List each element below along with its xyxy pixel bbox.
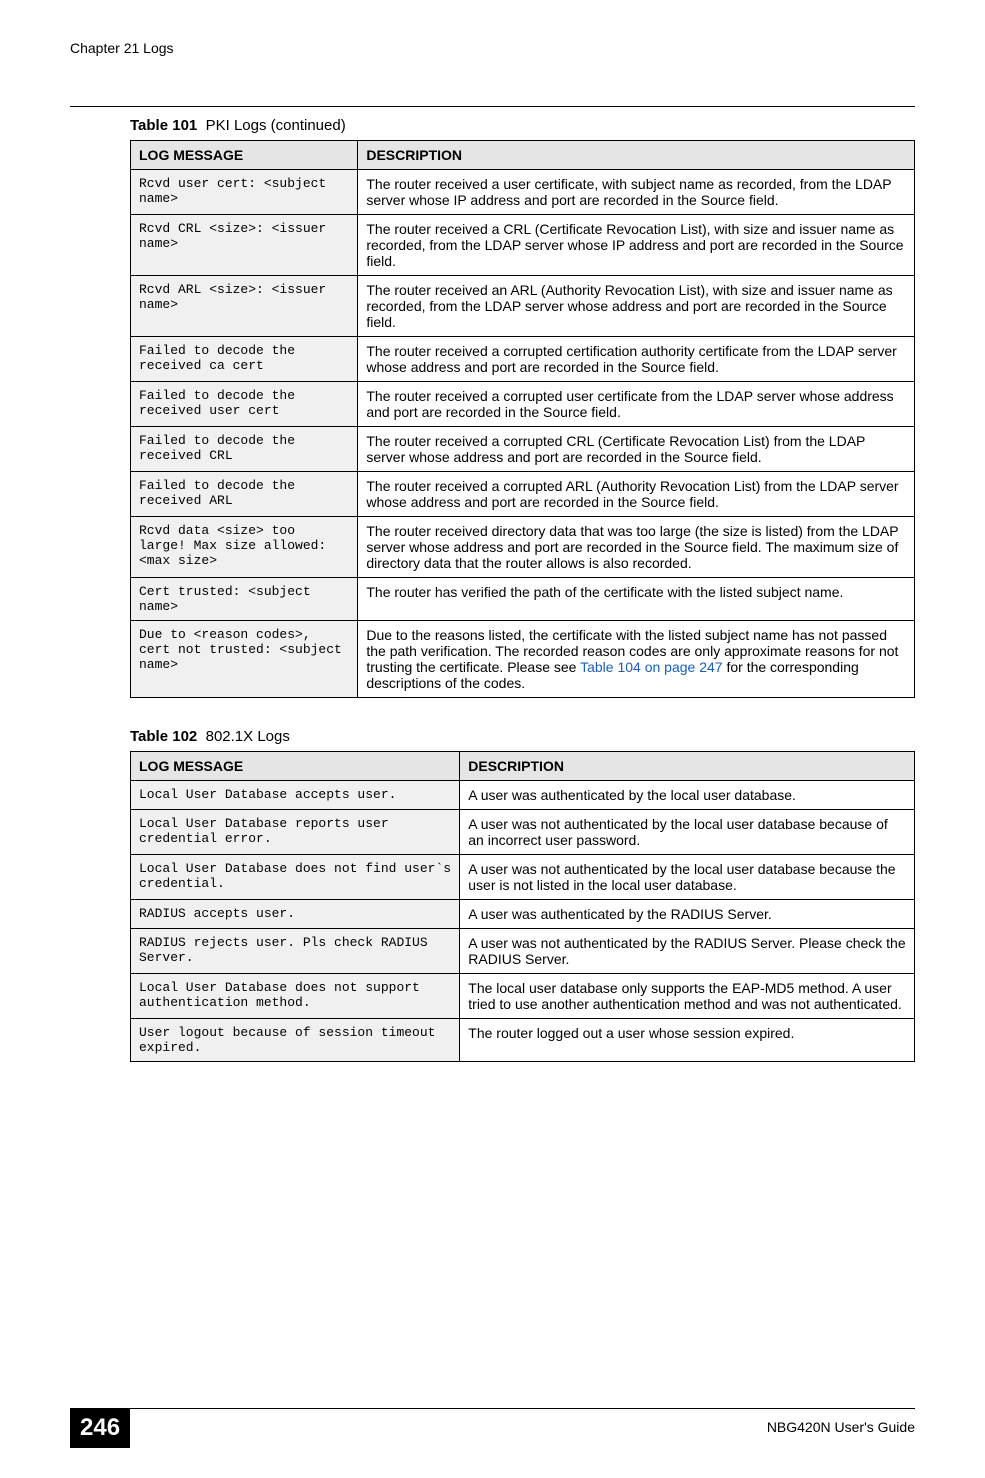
log-message: Local User Database does not support aut…	[131, 974, 460, 1019]
log-message: RADIUS accepts user.	[131, 900, 460, 929]
table2-header-log: LOG MESSAGE	[131, 752, 460, 781]
table-row: Local User Database does not find user`s…	[131, 855, 915, 900]
log-message: RADIUS rejects user. Pls check RADIUS Se…	[131, 929, 460, 974]
header-rule	[70, 86, 915, 107]
log-description: The router received a corrupted ARL (Aut…	[358, 472, 915, 517]
log-description: A user was authenticated by the RADIUS S…	[460, 900, 915, 929]
log-message: Rcvd ARL <size>: <issuer name>	[131, 276, 358, 337]
log-description: A user was authenticated by the local us…	[460, 781, 915, 810]
table-row: Local User Database accepts user. A user…	[131, 781, 915, 810]
table-row: Failed to decode the received ca cert Th…	[131, 337, 915, 382]
table-row: Due to <reason codes>, cert not trusted:…	[131, 621, 915, 698]
log-description: The router received a CRL (Certificate R…	[358, 215, 915, 276]
table1-caption-number: Table 101	[130, 117, 197, 134]
log-message: Local User Database reports user credent…	[131, 810, 460, 855]
table-row: RADIUS rejects user. Pls check RADIUS Se…	[131, 929, 915, 974]
chapter-heading: Chapter 21 Logs	[70, 40, 915, 56]
log-description: A user was not authenticated by the loca…	[460, 810, 915, 855]
pki-logs-table: LOG MESSAGE DESCRIPTION Rcvd user cert: …	[130, 140, 915, 698]
table1-header-row: LOG MESSAGE DESCRIPTION	[131, 141, 915, 170]
log-description: The router has verified the path of the …	[358, 578, 915, 621]
cross-reference-link[interactable]: Table 104 on page 247	[580, 659, 722, 675]
log-message: Local User Database does not find user`s…	[131, 855, 460, 900]
table2-header-desc: DESCRIPTION	[460, 752, 915, 781]
page-number: 246	[70, 1408, 130, 1448]
log-description: The router received a corrupted user cer…	[358, 382, 915, 427]
8021x-logs-table: LOG MESSAGE DESCRIPTION Local User Datab…	[130, 751, 915, 1062]
footer-rule	[70, 1408, 915, 1409]
table-row: Failed to decode the received ARL The ro…	[131, 472, 915, 517]
log-description: A user was not authenticated by the RADI…	[460, 929, 915, 974]
log-description: The router received a corrupted certific…	[358, 337, 915, 382]
table-row: Local User Database reports user credent…	[131, 810, 915, 855]
table-row: RADIUS accepts user. A user was authenti…	[131, 900, 915, 929]
table-row: Rcvd CRL <size>: <issuer name> The route…	[131, 215, 915, 276]
log-message: Rcvd user cert: <subject name>	[131, 170, 358, 215]
log-description: Due to the reasons listed, the certifica…	[358, 621, 915, 698]
table1-caption-text: PKI Logs (continued)	[206, 117, 346, 134]
log-description: The router received a corrupted CRL (Cer…	[358, 427, 915, 472]
table-row: Failed to decode the received user cert …	[131, 382, 915, 427]
table1-header-log: LOG MESSAGE	[131, 141, 358, 170]
log-message: Due to <reason codes>, cert not trusted:…	[131, 621, 358, 698]
log-message: Cert trusted: <subject name>	[131, 578, 358, 621]
table-row: Rcvd user cert: <subject name> The route…	[131, 170, 915, 215]
log-message: Rcvd CRL <size>: <issuer name>	[131, 215, 358, 276]
log-message: User logout because of session timeout e…	[131, 1019, 460, 1062]
log-description: A user was not authenticated by the loca…	[460, 855, 915, 900]
table2-caption-text: 802.1X Logs	[206, 728, 290, 745]
table1-caption: Table 101 PKI Logs (continued)	[130, 117, 915, 134]
table1-header-desc: DESCRIPTION	[358, 141, 915, 170]
table-row: Local User Database does not support aut…	[131, 974, 915, 1019]
table-row: Rcvd ARL <size>: <issuer name> The route…	[131, 276, 915, 337]
log-description: The router received an ARL (Authority Re…	[358, 276, 915, 337]
log-message: Rcvd data <size> too large! Max size all…	[131, 517, 358, 578]
table2-caption-number: Table 102	[130, 728, 197, 745]
log-message: Local User Database accepts user.	[131, 781, 460, 810]
log-message: Failed to decode the received CRL	[131, 427, 358, 472]
log-description: The local user database only supports th…	[460, 974, 915, 1019]
log-message: Failed to decode the received ARL	[131, 472, 358, 517]
log-message: Failed to decode the received ca cert	[131, 337, 358, 382]
log-description: The router logged out a user whose sessi…	[460, 1019, 915, 1062]
log-description: The router received a user certificate, …	[358, 170, 915, 215]
log-message: Failed to decode the received user cert	[131, 382, 358, 427]
table-row: Cert trusted: <subject name> The router …	[131, 578, 915, 621]
guide-name: NBG420N User's Guide	[767, 1419, 915, 1435]
table-row: Rcvd data <size> too large! Max size all…	[131, 517, 915, 578]
table-row: User logout because of session timeout e…	[131, 1019, 915, 1062]
table2-header-row: LOG MESSAGE DESCRIPTION	[131, 752, 915, 781]
table2-caption: Table 102 802.1X Logs	[130, 728, 915, 745]
table-row: Failed to decode the received CRL The ro…	[131, 427, 915, 472]
log-description: The router received directory data that …	[358, 517, 915, 578]
page-footer: 246 NBG420N User's Guide	[0, 1408, 985, 1448]
